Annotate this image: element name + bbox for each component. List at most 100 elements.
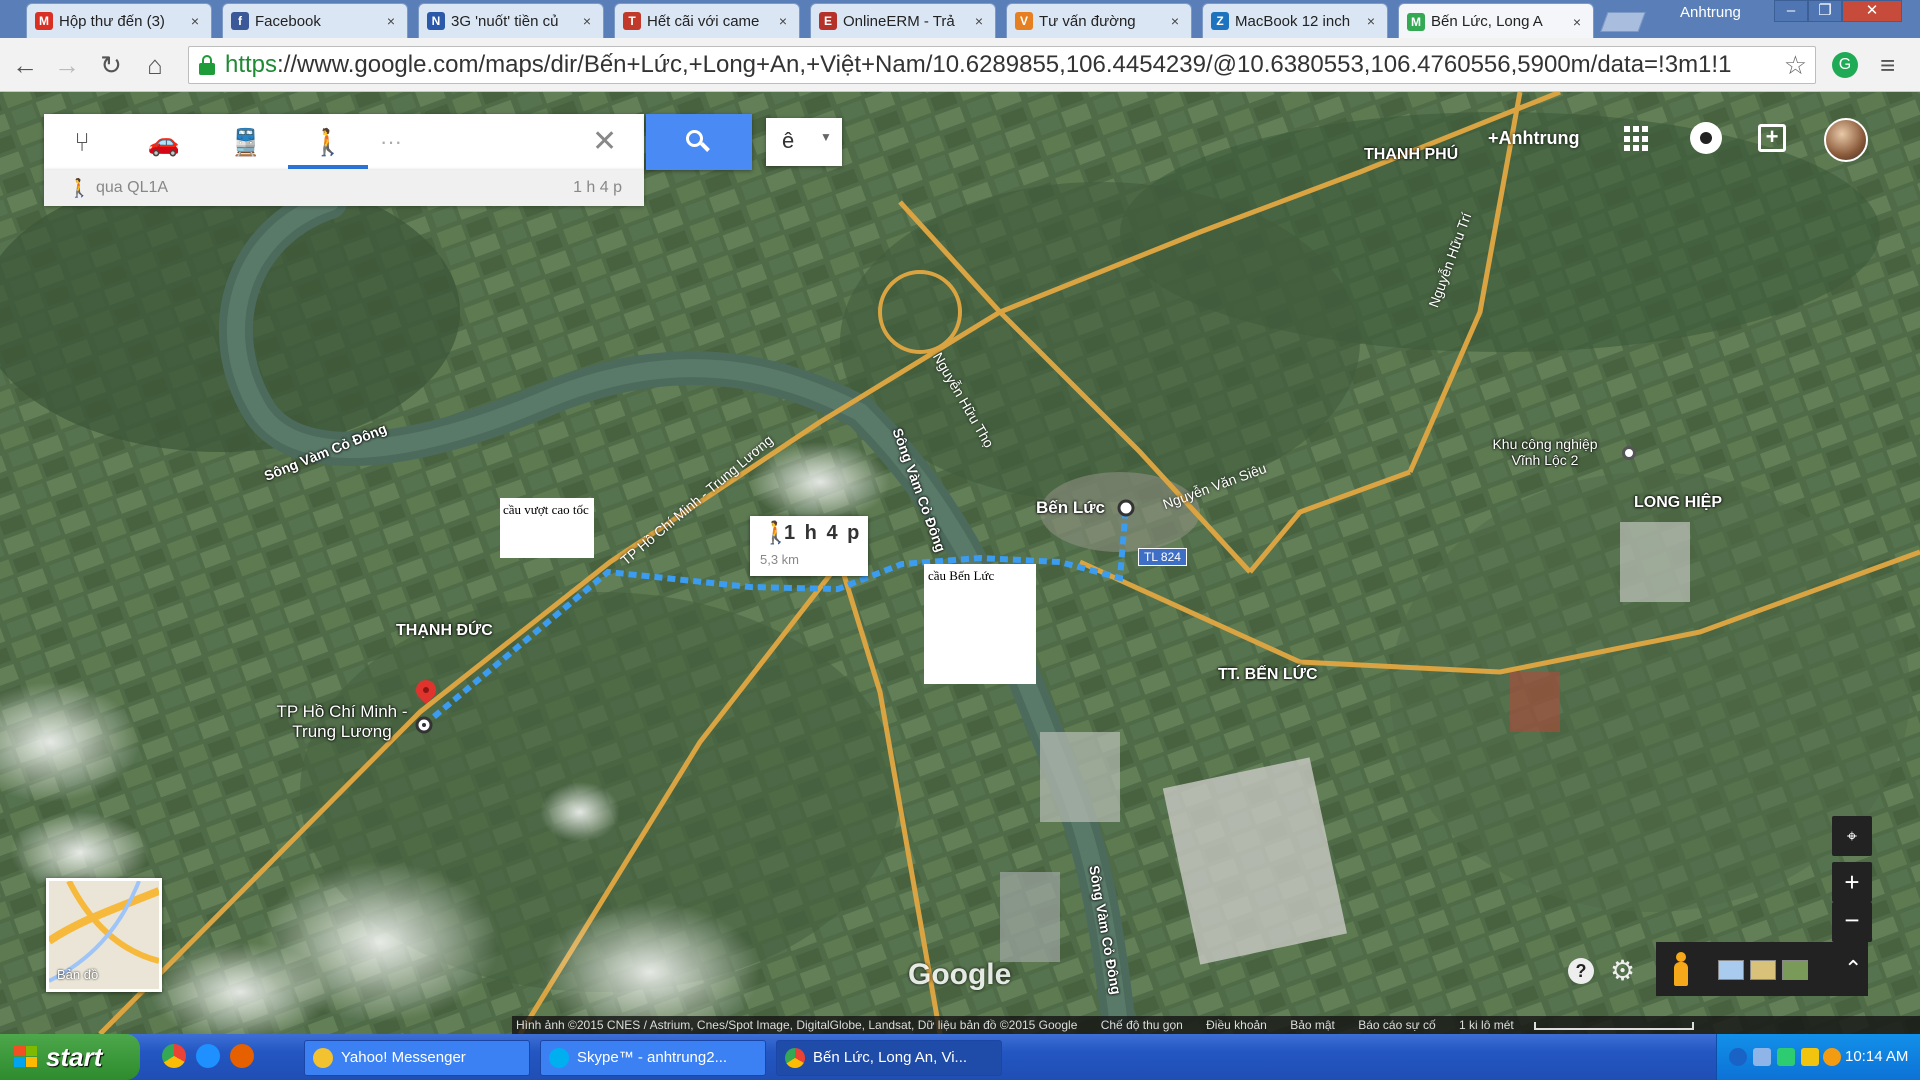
route-via: qua QL1A <box>96 179 169 196</box>
help-icon[interactable]: ? <box>1568 958 1594 984</box>
taskbar-item-chrome-maps[interactable]: Bến Lức, Long An, Vi... <box>776 1040 1002 1076</box>
tab-label: 3G 'nuốt' tiền củ <box>451 12 559 30</box>
tray-arrow-icon[interactable] <box>1729 1048 1747 1066</box>
chrome-icon <box>785 1048 805 1068</box>
forum-icon: V <box>1015 12 1033 30</box>
close-icon[interactable]: ✕ <box>592 122 617 162</box>
tab-label: Hộp thư đến (3) <box>59 12 165 30</box>
layer-thumbnail[interactable] <box>1750 960 1776 980</box>
extension-icon[interactable]: G <box>1832 52 1858 78</box>
car-icon[interactable]: 🚗 <box>144 120 184 164</box>
task-label: Yahoo! Messenger <box>341 1049 466 1066</box>
browser-tab-strip: M Hộp thư đến (3) × f Facebook × N 3G 'n… <box>0 0 1920 39</box>
input-tools-button[interactable]: ê ▼ <box>766 118 842 166</box>
destination-pin-icon[interactable] <box>411 675 441 714</box>
tab-close-icon[interactable]: × <box>775 13 791 29</box>
my-location-icon[interactable]: ⌖ <box>1832 816 1872 856</box>
annotation-overpass: cầu vượt cao tốc <box>500 498 594 558</box>
home-button[interactable]: ⌂ <box>138 48 172 82</box>
tab-news-camera[interactable]: T Hết cãi với came × <box>614 3 800 38</box>
chat-icon[interactable] <box>1801 1048 1819 1066</box>
tab-online-erm[interactable]: E OnlineERM - Trả × <box>810 3 996 38</box>
tab-gmail[interactable]: M Hộp thư đến (3) × <box>26 3 212 38</box>
privacy-link[interactable]: Bảo mật <box>1290 1018 1335 1032</box>
layer-thumbnail[interactable] <box>1782 960 1808 980</box>
erm-icon: E <box>819 12 837 30</box>
tab-news-3g[interactable]: N 3G 'nuốt' tiền củ × <box>418 3 604 38</box>
taskbar-item-skype[interactable]: Skype™ - anhtrung2... <box>540 1040 766 1076</box>
start-button[interactable]: start <box>0 1034 140 1080</box>
input-tools-label: ê <box>782 128 795 153</box>
new-tab-button[interactable] <box>1600 12 1646 32</box>
taskbar-item-yahoo[interactable]: Yahoo! Messenger <box>304 1040 530 1076</box>
google-plus-user-link[interactable]: +Anhtrung <box>1488 128 1580 149</box>
tab-close-icon[interactable]: × <box>187 13 203 29</box>
route-option[interactable]: 🚶 qua QL1A 1 h 4 p <box>44 170 644 206</box>
close-window-button[interactable]: ✕ <box>1842 0 1902 22</box>
zoom-in-button[interactable]: + <box>1832 862 1872 902</box>
profile-name[interactable]: Anhtrung <box>1680 4 1741 21</box>
gmail-icon: M <box>35 12 53 30</box>
apps-grid-icon[interactable] <box>1624 126 1650 152</box>
satellite-map[interactable]: Sông Vàm Cỏ Đông Sông Vàm Cỏ Đông Sông V… <box>0 92 1920 1034</box>
place-label-long-hiep: LONG HIỆP <box>1634 494 1723 511</box>
menu-icon[interactable]: ≡ <box>1880 50 1895 81</box>
skype-icon <box>549 1048 569 1068</box>
tab-close-icon[interactable]: × <box>579 13 595 29</box>
scale-label[interactable]: 1 ki lô mét <box>1459 1018 1514 1032</box>
walk-icon: 🚶 <box>68 178 91 198</box>
terms-link[interactable]: Điều khoản <box>1206 1018 1267 1032</box>
forward-button[interactable]: → <box>50 48 84 82</box>
place-label-kcn: Khu công nghiệp Vĩnh Lộc 2 <box>1492 436 1598 468</box>
expand-icon[interactable]: ⌃ <box>1844 956 1862 982</box>
place-label-ben-luc: Bến Lức <box>1036 498 1105 517</box>
update-icon[interactable] <box>1823 1048 1841 1066</box>
tab-ben-luc-maps[interactable]: M Bến Lức, Long A × <box>1398 3 1594 39</box>
lite-mode-link[interactable]: Chế độ thu gọn <box>1101 1018 1183 1032</box>
bookmark-star-icon[interactable]: ☆ <box>1784 47 1807 83</box>
internet-explorer-icon[interactable] <box>196 1044 220 1068</box>
tab-close-icon[interactable]: × <box>1569 14 1585 30</box>
security-icon[interactable] <box>1777 1048 1795 1066</box>
firefox-icon[interactable] <box>230 1044 254 1068</box>
more-modes-button[interactable]: ··· <box>380 120 402 164</box>
address-bar[interactable]: https://www.google.com/maps/dir/Bến+Lức,… <box>188 46 1816 84</box>
google-logo: Google <box>908 958 1012 991</box>
back-button[interactable]: ← <box>8 48 42 82</box>
restore-button[interactable]: ❐ <box>1808 0 1842 22</box>
news-icon: T <box>623 12 641 30</box>
network-icon[interactable] <box>1753 1048 1771 1066</box>
tab-label: MacBook 12 inch <box>1235 12 1351 30</box>
poi-marker[interactable] <box>1622 446 1636 460</box>
url-scheme: https <box>225 51 278 78</box>
reload-button[interactable]: ↻ <box>94 48 128 82</box>
clock[interactable]: 10:14 AM <box>1845 1034 1908 1080</box>
map-type-switcher[interactable]: Bản đồ <box>46 878 162 992</box>
tab-facebook[interactable]: f Facebook × <box>222 3 408 38</box>
zoom-out-button[interactable]: − <box>1832 902 1872 942</box>
tab-close-icon[interactable]: × <box>1167 13 1183 29</box>
pegman-icon[interactable] <box>1674 952 1688 986</box>
chrome-icon[interactable] <box>162 1044 186 1068</box>
notifications-icon[interactable] <box>1690 122 1722 154</box>
share-icon[interactable]: + <box>1758 124 1786 152</box>
tab-close-icon[interactable]: × <box>383 13 399 29</box>
tab-label: Tư vấn đường <box>1039 12 1136 30</box>
layer-thumbnail[interactable] <box>1718 960 1744 980</box>
tab-tu-van-duong[interactable]: V Tư vấn đường × <box>1006 3 1192 38</box>
chevron-down-icon: ▼ <box>820 130 832 144</box>
walk-icon[interactable]: 🚶 <box>308 120 348 164</box>
minimize-button[interactable]: – <box>1774 0 1808 22</box>
transit-icon[interactable]: 🚆 <box>226 120 266 164</box>
tab-close-icon[interactable]: × <box>971 13 987 29</box>
directions-mode-icon[interactable]: ⑂ <box>62 120 102 164</box>
report-problem-link[interactable]: Báo cáo sự cố <box>1358 1018 1435 1032</box>
route-duration-callout[interactable]: 🚶 1 h 4 p 5,3 km <box>750 516 868 576</box>
gear-icon[interactable]: ⚙ <box>1610 954 1635 987</box>
avatar[interactable] <box>1824 118 1868 162</box>
start-place-label: TP Hồ Chí Minh - Trung Lương <box>276 702 408 741</box>
directions-panel: ⑂ 🚗 🚆 🚶 ··· ✕ 🚶 qua QL1A 1 h 4 p <box>44 114 644 234</box>
tab-macbook[interactable]: Z MacBook 12 inch × <box>1202 3 1388 38</box>
tab-close-icon[interactable]: × <box>1363 13 1379 29</box>
search-button[interactable] <box>646 114 752 170</box>
